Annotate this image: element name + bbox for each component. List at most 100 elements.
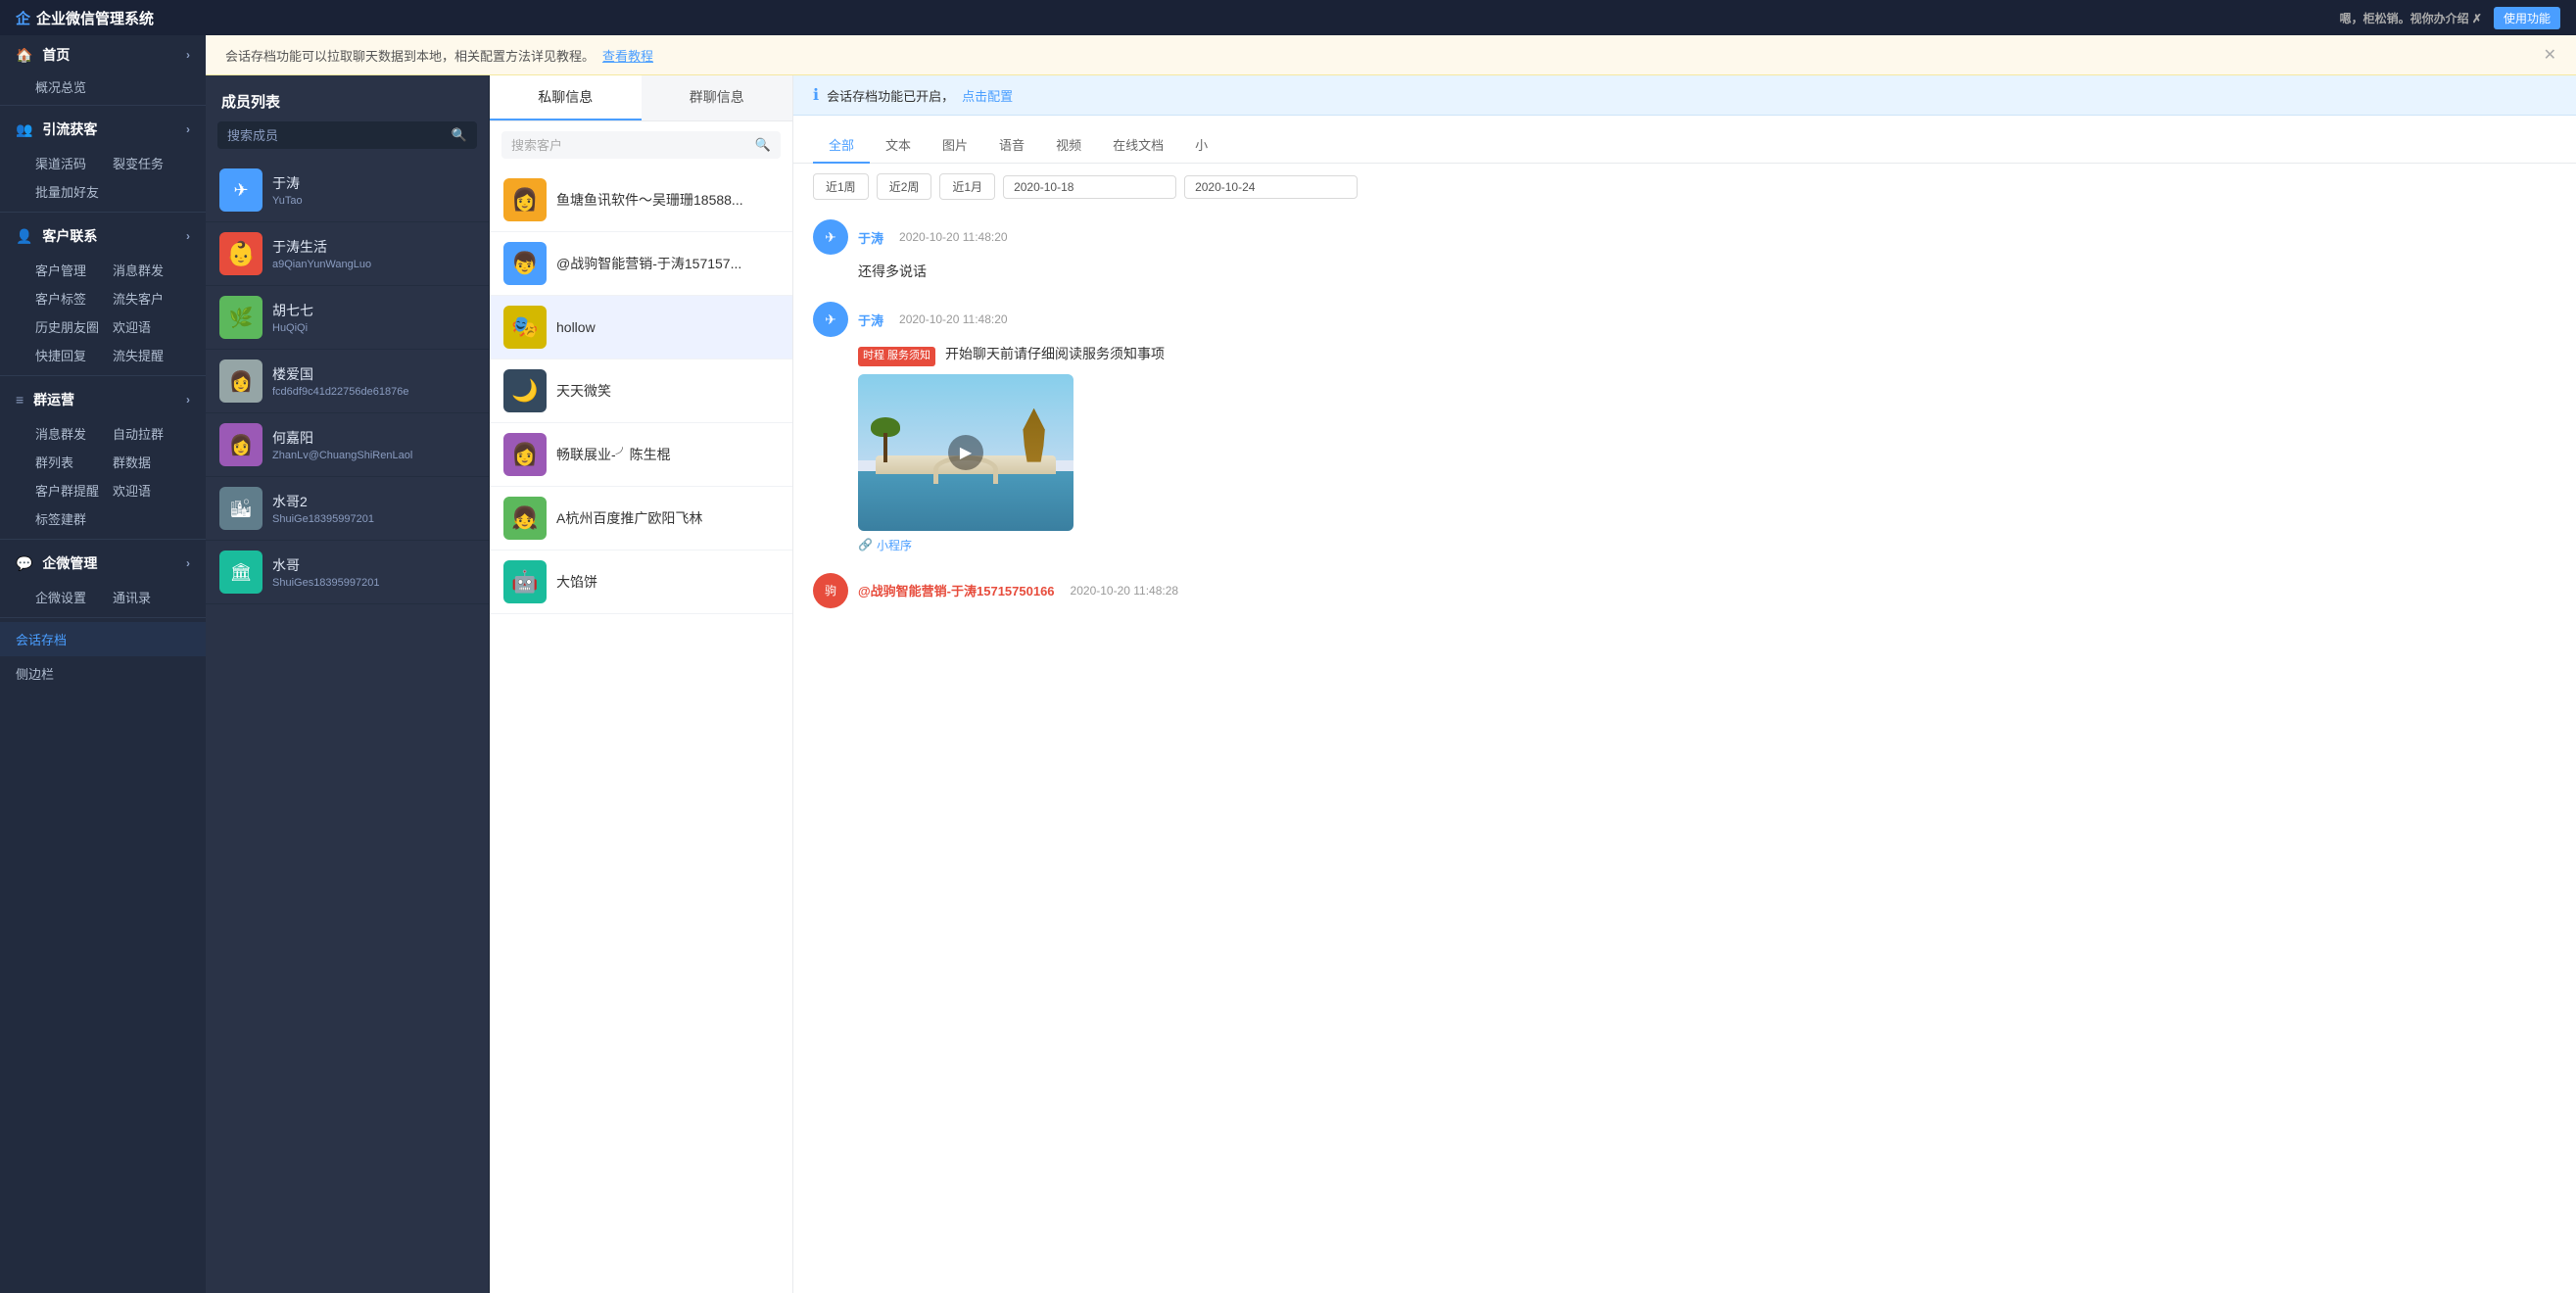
chat-item-yutang[interactable]: 👩 鱼塘鱼讯软件～吴珊珊18588... (490, 168, 792, 232)
sidebar-item-group-broadcast[interactable]: 消息群发 (35, 421, 113, 446)
sidebar-item-lost-customer[interactable]: 流失客户 (113, 286, 190, 311)
use-function-button[interactable]: 使用功能 (2494, 7, 2560, 29)
top-bar: 企 企业微信管理系统 嗯，柜松销。视你办介绍 ✗ 使用功能 (0, 0, 2576, 35)
sidebar-item-group-list[interactable]: 群列表 (35, 450, 113, 474)
sidebar-item-tag-group[interactable]: 标签建群 (35, 506, 113, 531)
chat-list-panel: 私聊信息 群聊信息 🔍 👩 鱼塘鱼讯软件～吴珊珊18588... 👦 @战驹智能… (490, 75, 793, 1293)
sidebar: 🏠 首页 › 概况总览 👥 引流获客 › 渠道活码 裂变任务 批量加好友 👤 客… (0, 35, 206, 1293)
sidebar-item-corp[interactable]: 💬 企微管理 › (0, 544, 206, 581)
chat-item-hollow[interactable]: 🎭 hollow (490, 296, 792, 359)
sidebar-item-batch-add[interactable]: 批量加好友 (35, 179, 113, 204)
sidebar-item-contacts[interactable]: 通讯录 (113, 585, 190, 609)
group-icon: ≡ (16, 392, 24, 407)
sidebar-item-customer-tag[interactable]: 客户标签 (35, 286, 113, 311)
sidebar-item-group-welcome[interactable]: 欢迎语 (113, 478, 190, 503)
filter-tab-doc[interactable]: 在线文档 (1097, 127, 1179, 164)
filter-tab-text[interactable]: 文本 (870, 127, 927, 164)
member-name-hejiayang: 何嘉阳 (272, 428, 412, 448)
member-item-hejiayang[interactable]: 👩 何嘉阳 ZhanLv@ChuangShiRenLaol (206, 413, 489, 477)
chat-name-hollow: hollow (556, 319, 596, 335)
chat-item-chang[interactable]: 👩 畅联展业-╯陈生棍 (490, 423, 792, 487)
sidebar-item-home[interactable]: 🏠 首页 › (0, 35, 206, 72)
sidebar-item-channel[interactable]: 渠道活码 (35, 151, 113, 175)
chat-search[interactable]: 🔍 (501, 131, 781, 159)
divider-4 (0, 539, 206, 540)
sidebar-item-customer[interactable]: 👤 客户联系 › (0, 216, 206, 254)
sidebar-item-sidebar[interactable]: 侧边栏 (0, 656, 206, 691)
member-search[interactable]: 🔍 (217, 121, 477, 149)
chat-item-dajianbing[interactable]: 🤖 大馅饼 (490, 551, 792, 614)
chat-item-hangzhou[interactable]: 👧 A杭州百度推广欧阳飞林 (490, 487, 792, 551)
sidebar-group-label: 群运营 (33, 392, 74, 407)
notice-banner: 会话存档功能可以拉取聊天数据到本地，相关配置方法详见教程。 查看教程 ✕ (206, 35, 2576, 75)
chat-list: 👩 鱼塘鱼讯软件～吴珊珊18588... 👦 @战驹智能营销-于涛157157.… (490, 168, 792, 614)
member-avatar-louaiguo: 👩 (219, 359, 262, 403)
tab-private-chat[interactable]: 私聊信息 (490, 75, 642, 120)
divider-5 (0, 617, 206, 618)
member-sub-yutaoshenghuo: a9QianYunWangLuo (272, 259, 371, 270)
date-to-input[interactable] (1184, 175, 1358, 199)
mini-program-label[interactable]: 🔗 小程序 (858, 537, 2556, 553)
filter-tab-all[interactable]: 全部 (813, 127, 870, 164)
msg-time-1: 2020-10-20 11:48:20 (899, 230, 1008, 244)
chat-avatar-zhanjiao: 👦 (503, 242, 547, 285)
sidebar-item-chat-archive[interactable]: 会话存档 (0, 622, 206, 656)
chat-avatar-hangzhou: 👧 (503, 497, 547, 540)
date-btn-1month[interactable]: 近1月 (939, 173, 995, 200)
msg-entry-1: ✈ 于涛 2020-10-20 11:48:20 还得多说话 (813, 219, 2556, 282)
notice-close-button[interactable]: ✕ (2544, 45, 2556, 65)
notice-link[interactable]: 查看教程 (602, 46, 653, 65)
pagoda-shape (1021, 408, 1048, 462)
chat-item-tianxiao[interactable]: 🌙 天天微笑 (490, 359, 792, 423)
sidebar-item-corp-settings[interactable]: 企微设置 (35, 585, 113, 609)
chat-name-hangzhou: A杭州百度推广欧阳飞林 (556, 508, 702, 528)
filter-tab-mini[interactable]: 小 (1179, 127, 1223, 164)
msg-image-2[interactable]: ▶ (858, 374, 1073, 531)
msg-time-2: 2020-10-20 11:48:20 (899, 312, 1008, 326)
date-from-input[interactable] (1003, 175, 1176, 199)
sidebar-item-group[interactable]: ≡ 群运营 › (0, 380, 206, 417)
sidebar-item-fission[interactable]: 裂变任务 (113, 151, 190, 175)
member-item-louaiguo[interactable]: 👩 楼爱国 fcd6df9c41d22756de61876e (206, 350, 489, 413)
play-overlay[interactable]: ▶ (948, 435, 983, 470)
sidebar-item-loss-reminder[interactable]: 流失提醒 (113, 343, 190, 367)
msg-body-1: 还得多说话 (858, 261, 2556, 282)
member-avatar-yutaoshenghuo: 👶 (219, 232, 262, 275)
member-item-shuige[interactable]: 🏛 水哥 ShuiGes18395997201 (206, 541, 489, 604)
member-sub-louaiguo: fcd6df9c41d22756de61876e (272, 386, 408, 398)
sidebar-item-welcome[interactable]: 欢迎语 (113, 314, 190, 339)
sidebar-item-overview[interactable]: 概况总览 (0, 72, 206, 101)
member-item-yutaoshenghuo[interactable]: 👶 于涛生活 a9QianYunWangLuo (206, 222, 489, 286)
date-btn-2weeks[interactable]: 近2周 (877, 173, 932, 200)
info-bar-link[interactable]: 点击配置 (962, 86, 1013, 105)
member-name-yutaoshenghuo: 于涛生活 (272, 237, 371, 257)
chat-search-input[interactable] (511, 138, 755, 153)
sidebar-item-auto-pull[interactable]: 自动拉群 (113, 421, 190, 446)
member-search-input[interactable] (227, 128, 452, 143)
member-name-huqiqi: 胡七七 (272, 301, 313, 320)
member-item-yutao[interactable]: ✈ 于涛 YuTao (206, 159, 489, 222)
sidebar-item-quick-reply[interactable]: 快捷回复 (35, 343, 113, 367)
filter-tab-image[interactable]: 图片 (927, 127, 983, 164)
mini-program-text: 小程序 (877, 537, 912, 553)
sidebar-item-msg-broadcast[interactable]: 消息群发 (113, 258, 190, 282)
member-item-huqiqi[interactable]: 🌿 胡七七 HuQiQi (206, 286, 489, 350)
sidebar-item-attract[interactable]: 👥 引流获客 › (0, 110, 206, 147)
chat-item-zhanjiao[interactable]: 👦 @战驹智能营销-于涛157157... (490, 232, 792, 296)
msg-sender-1: 于涛 (858, 228, 883, 247)
sidebar-label: 侧边栏 (16, 664, 54, 683)
date-btn-1week[interactable]: 近1周 (813, 173, 869, 200)
sidebar-item-friend-circle[interactable]: 历史朋友圈 (35, 314, 113, 339)
chevron-icon-5: › (186, 556, 190, 570)
msg-time-3: 2020-10-20 11:48:28 (1071, 584, 1179, 598)
filter-tab-video[interactable]: 视频 (1040, 127, 1097, 164)
member-sub-shuige: ShuiGes18395997201 (272, 577, 379, 589)
sidebar-item-group-data[interactable]: 群数据 (113, 450, 190, 474)
member-item-shuige2[interactable]: 🏙 水哥2 ShuiGe18395997201 (206, 477, 489, 541)
logo-icon: 企 (16, 8, 30, 28)
filter-tab-voice[interactable]: 语音 (983, 127, 1040, 164)
attract-sub-grid: 渠道活码 裂变任务 批量加好友 (0, 147, 206, 208)
sidebar-item-customer-mgmt[interactable]: 客户管理 (35, 258, 113, 282)
tab-group-chat[interactable]: 群聊信息 (642, 75, 793, 120)
sidebar-item-group-remind[interactable]: 客户群提醒 (35, 478, 113, 503)
